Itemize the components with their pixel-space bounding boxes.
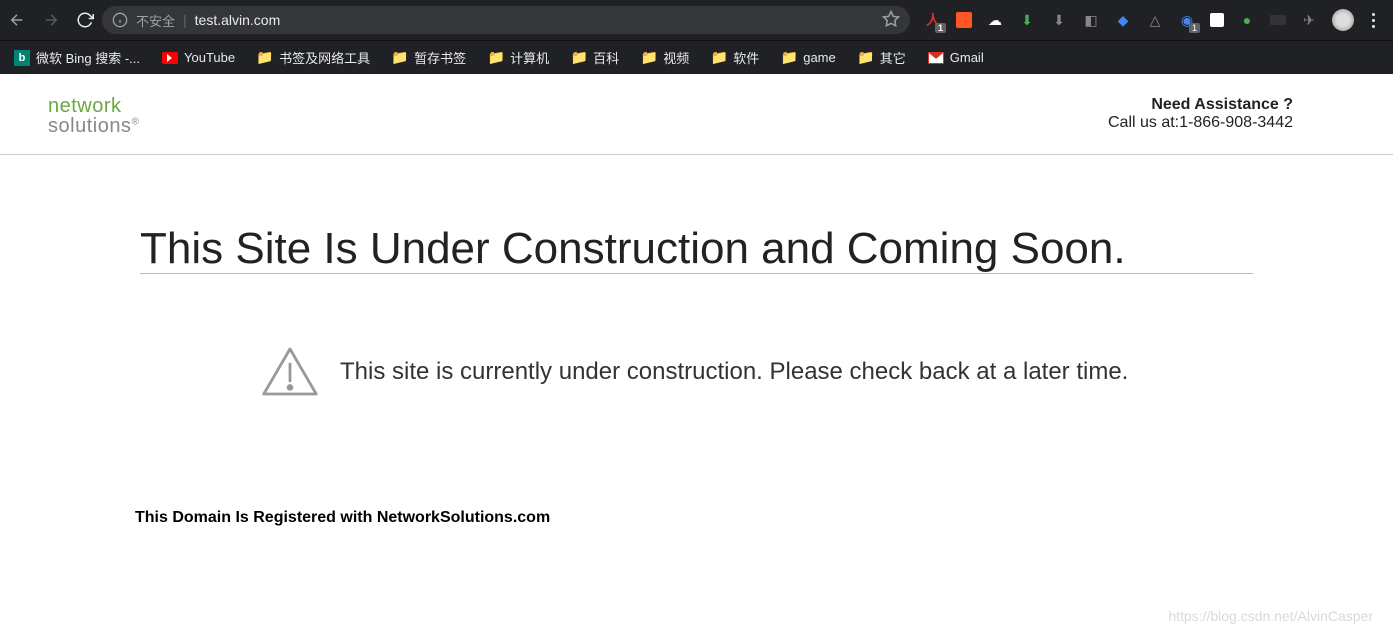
security-label: 不安全 <box>136 11 175 30</box>
logo-line2: solutions® <box>48 116 139 136</box>
bookmark-folder[interactable]: 📁 软件 <box>711 48 759 67</box>
folder-icon: 📁 <box>781 50 797 66</box>
folder-icon: 📁 <box>392 50 408 66</box>
bookmark-label: 计算机 <box>510 48 549 67</box>
netsol-logo[interactable]: network solutions® <box>48 96 139 136</box>
bookmark-folder[interactable]: 📁 书签及网络工具 <box>257 48 370 67</box>
ext-icon-7[interactable] <box>1270 15 1286 25</box>
address-divider: | <box>183 12 187 28</box>
ext-icon-4[interactable]: ◉1 <box>1178 11 1196 29</box>
watermark-text: https://blog.csdn.net/AlvinCasper <box>1168 608 1373 624</box>
bookmark-gmail[interactable]: Gmail <box>928 50 984 65</box>
address-bar[interactable]: 不安全 | test.alvin.com <box>102 6 910 34</box>
bookmark-label: 其它 <box>880 48 906 67</box>
bookmark-label: YouTube <box>184 50 235 65</box>
bookmarks-bar: b 微软 Bing 搜索 -... YouTube 📁 书签及网络工具 📁 暂存… <box>0 40 1393 74</box>
domain-registered-text: This Domain Is Registered with NetworkSo… <box>135 509 1253 527</box>
download-ext-icon[interactable]: ⬇ <box>1018 11 1036 29</box>
folder-icon: 📁 <box>571 50 587 66</box>
bookmark-folder[interactable]: 📁 视频 <box>641 48 689 67</box>
bookmark-label: 百科 <box>593 48 619 67</box>
youtube-icon <box>162 52 178 64</box>
ext-icon[interactable] <box>956 12 972 28</box>
page-body: network solutions® Need Assistance ? Cal… <box>0 74 1393 630</box>
page-content: This Site Is Under Construction and Comi… <box>0 155 1393 527</box>
bookmark-label: 软件 <box>733 48 759 67</box>
bookmark-label: Gmail <box>950 50 984 65</box>
bookmark-folder[interactable]: 📁 其它 <box>858 48 906 67</box>
info-icon[interactable] <box>112 12 128 28</box>
warning-icon <box>260 344 320 399</box>
adobe-ext-icon[interactable]: 人1 <box>924 11 942 29</box>
folder-icon: 📁 <box>257 50 273 66</box>
folder-icon: 📁 <box>641 50 657 66</box>
construction-message-row: This site is currently under constructio… <box>260 344 1253 399</box>
extensions-area: 人1 ☁ ⬇ ⬇ ◧ ◆ △ ◉1 ● ✈ <box>918 9 1385 31</box>
ext-icon-2[interactable]: ◧ <box>1082 11 1100 29</box>
bookmark-label: 暂存书签 <box>414 48 466 67</box>
assistance-phone: Call us at:1-866-908-3442 <box>1108 114 1293 132</box>
profile-avatar[interactable] <box>1332 9 1354 31</box>
folder-icon: 📁 <box>711 50 727 66</box>
bookmark-folder[interactable]: 📁 暂存书签 <box>392 48 466 67</box>
bookmark-bing[interactable]: b 微软 Bing 搜索 -... <box>14 48 140 67</box>
bookmark-label: game <box>803 50 836 65</box>
bookmark-folder[interactable]: 📁 百科 <box>571 48 619 67</box>
assistance-block: Need Assistance ? Call us at:1-866-908-3… <box>1108 96 1293 136</box>
browser-menu-icon[interactable] <box>1368 13 1379 28</box>
forward-button[interactable] <box>42 11 60 29</box>
folder-icon: 📁 <box>488 50 504 66</box>
bookmark-label: 书签及网络工具 <box>279 48 370 67</box>
ext-icon-8[interactable]: ✈ <box>1300 11 1318 29</box>
bing-icon: b <box>14 50 30 66</box>
bookmark-folder[interactable]: 📁 game <box>781 50 836 66</box>
reload-button[interactable] <box>76 11 94 29</box>
ext-icon-5[interactable] <box>1210 13 1224 27</box>
url-text: test.alvin.com <box>195 12 281 28</box>
browser-toolbar: 不安全 | test.alvin.com 人1 ☁ ⬇ ⬇ ◧ ◆ △ ◉1 ●… <box>0 0 1393 40</box>
drive-ext-icon[interactable]: △ <box>1146 11 1164 29</box>
nav-controls <box>8 11 94 29</box>
back-button[interactable] <box>8 11 26 29</box>
folder-icon: 📁 <box>858 50 874 66</box>
bookmark-label: 视频 <box>663 48 689 67</box>
page-header: network solutions® Need Assistance ? Cal… <box>0 74 1393 155</box>
bookmark-youtube[interactable]: YouTube <box>162 50 235 65</box>
bookmark-star-icon[interactable] <box>882 10 900 31</box>
page-headline: This Site Is Under Construction and Comi… <box>140 225 1253 274</box>
logo-line1: network <box>48 96 139 116</box>
download2-ext-icon[interactable]: ⬇ <box>1050 11 1068 29</box>
ext-icon-6[interactable]: ● <box>1238 11 1256 29</box>
gmail-icon <box>928 52 944 64</box>
cloud-ext-icon[interactable]: ☁ <box>986 11 1004 29</box>
bookmark-folder[interactable]: 📁 计算机 <box>488 48 549 67</box>
construction-message: This site is currently under constructio… <box>340 358 1128 386</box>
assistance-title: Need Assistance ? <box>1108 96 1293 114</box>
ext-icon-3[interactable]: ◆ <box>1114 11 1132 29</box>
bookmark-label: 微软 Bing 搜索 -... <box>36 48 140 67</box>
